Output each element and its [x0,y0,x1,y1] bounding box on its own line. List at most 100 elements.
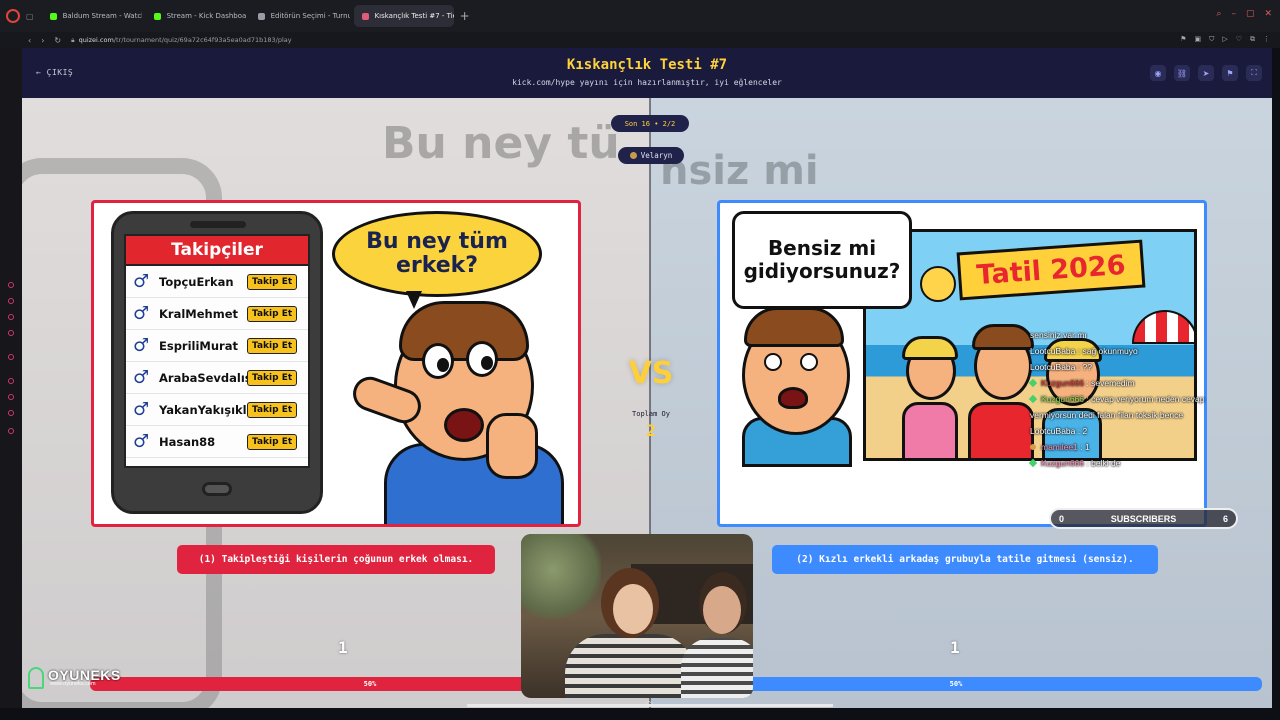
search-icon[interactable]: ⌕ [1216,9,1221,19]
follow-button-illustration: Takip Et [247,273,298,290]
sad-boy-mouth [778,387,808,409]
chat-text: : 2 [1077,426,1088,436]
kick-favicon-icon [153,12,161,20]
subscribers-goal-overlay: 0 SUBSCRIBERS 6 [1049,508,1238,529]
option-label-left[interactable]: (1) Takipleştiği kişilerin çoğunun erkek… [177,545,495,574]
sidebar-app-icon[interactable] [8,378,14,384]
heart-icon[interactable]: ♡ [1236,35,1242,44]
url-path: /tr/tournament/quiz/69a72c64f93a5ea0ad71… [113,36,292,44]
streamer-2-body [681,638,753,698]
chat-username: Kuzgun666 [1041,394,1085,404]
vote-percent-right: 50% [949,680,963,688]
follow-button-illustration: Takip Et [247,369,298,386]
browser-tab-active[interactable]: Kıskançlık Testi #7 - Tier [353,5,454,27]
phone-home-button [202,482,232,496]
boy-hair [399,301,529,361]
link-icon[interactable]: ⛓ [1174,65,1190,81]
close-icon[interactable]: ✕ [1264,9,1272,19]
flag-icon[interactable]: ⚑ [1222,65,1238,81]
reload-icon[interactable]: ↻ [54,36,61,45]
sidebar-app-icon[interactable] [8,410,14,416]
bookmark-icon[interactable]: ⚑ [1180,35,1186,44]
voter-name: Velaryn [640,151,673,160]
chat-message: vermiyorsun dedi falan filan toksik benc… [1030,410,1270,420]
banner-text: Tatil 2026 [975,249,1127,291]
male-symbol-icon: ♂ [133,399,150,420]
forward-arrow-icon[interactable]: › [41,36,44,45]
address-bar[interactable]: ‹ › ↻ 🔒︎ quizei.com /tr/tournament/quiz/… [0,32,1280,48]
kick-favicon-icon [49,12,57,20]
chat-text: : belki de [1086,458,1121,468]
sad-boy-eye [764,353,782,371]
maximize-icon[interactable]: ▢ [1246,9,1255,19]
background-speech-blur: Bu ney tü [382,118,620,169]
option-label-right[interactable]: (2) Kızlı erkekli arkadaş grubuyla tatil… [772,545,1158,574]
friend-hair [972,324,1034,350]
back-arrow-icon[interactable]: ‹ [28,36,31,45]
chat-text: : sevemedim [1086,378,1135,388]
chat-text: : sağ okunmuyo [1077,346,1138,356]
screenshot-icon[interactable]: ▣ [1194,35,1201,44]
shield-icon[interactable]: ⛉ [1209,35,1214,44]
browser-logo-icon[interactable] [6,9,20,23]
chat-text: vermiyorsun dedi falan filan toksik benc… [1030,410,1184,420]
streamer-1-face [613,584,653,634]
window-icon[interactable]: ▢ [26,12,34,21]
chat-message: LootcuBaba : ?? [1030,362,1270,372]
chat-message: LootcuBaba : 2 [1030,426,1270,436]
play-icon[interactable]: ▷ [1222,35,1227,44]
tab-label: Stream - Kick Dashboard [166,12,246,20]
extensions-icon[interactable]: ⧉ [1250,35,1255,44]
chat-username: Kuzgun666 [1041,458,1085,468]
follower-name: Hasan88 [159,434,216,449]
browser-tab-1[interactable]: Baldum Stream - Watch Li [42,5,142,27]
browser-tab-3[interactable]: Editörün Seçimi - Turnuva [250,5,350,27]
new-tab-icon[interactable]: + [460,9,470,23]
chevron-up-icon[interactable]: ︿ [645,695,653,706]
eye-icon[interactable]: ◉ [1150,65,1166,81]
chat-text: : cevap veriyorum neden cevap [1086,394,1205,404]
browser-tab-2[interactable]: Stream - Kick Dashboard [146,5,246,27]
sidebar-app-icon[interactable] [8,298,14,304]
tab-label: Editörün Seçimi - Turnuva [270,12,350,20]
url-host: quizei.com [78,36,114,44]
window-controls: ⌕ – ▢ ✕ [1216,9,1272,19]
minimize-icon[interactable]: – [1231,9,1236,19]
friend-body [968,402,1034,458]
vote-percent-left: 50% [363,680,377,688]
webcam-plant [521,534,601,624]
sidebar-app-icon[interactable] [8,282,14,288]
menu-icon[interactable]: ⋮ [1263,35,1270,44]
vote-count-left: 1 [338,638,348,657]
chat-avatar-icon [1030,444,1036,450]
follow-button-illustration: Takip Et [247,401,298,418]
follower-name: ArabaSevdalısı [159,370,247,385]
extension-icons: ⚑ ▣ ⛉ ▷ ♡ ⧉ ⋮ [1180,35,1270,44]
follower-row: ♂ ArabaSevdalısı Takip Et [126,362,308,394]
user-avatar-icon [629,152,637,159]
fullscreen-icon[interactable]: ⛶ [1246,65,1262,81]
chat-username: LootcuBaba [1030,362,1076,372]
quizei-favicon-icon [361,12,369,20]
stream-chat-overlay: sensiniz var mı LootcuBaba : sağ okunmuy… [1028,330,1270,495]
followers-heading: Takipçiler [126,236,308,266]
chat-message: LootcuBaba : sağ okunmuyo [1030,346,1270,356]
follower-row: ♂ Hasan88 Takip Et [126,426,308,458]
chat-badge-icon [1028,394,1038,404]
browser-sidebar [0,48,22,720]
sidebar-app-icon[interactable] [8,314,14,320]
sidebar-twitch-icon[interactable] [8,354,14,360]
chat-text: sensiniz var mı [1030,330,1087,340]
sidebar-settings-icon[interactable] [8,428,14,434]
nav-buttons: ‹ › ↻ [28,36,61,45]
friend-hair [902,336,958,360]
send-icon[interactable]: ➤ [1198,65,1214,81]
oyuneks-logo: OYUNEKS www.oyuneks.com [28,667,121,689]
subs-label: SUBSCRIBERS [1110,513,1177,524]
phone-screen: Takipçiler ♂ TopçuErkan Takip Et ♂ KralM… [124,234,310,468]
chat-username: LootcuBaba [1030,426,1076,436]
sidebar-app-icon[interactable] [8,394,14,400]
sidebar-app-icon[interactable] [8,330,14,336]
chat-text: : 1 [1080,442,1090,452]
option-card-left[interactable]: Takipçiler ♂ TopçuErkan Takip Et ♂ KralM… [91,200,581,527]
